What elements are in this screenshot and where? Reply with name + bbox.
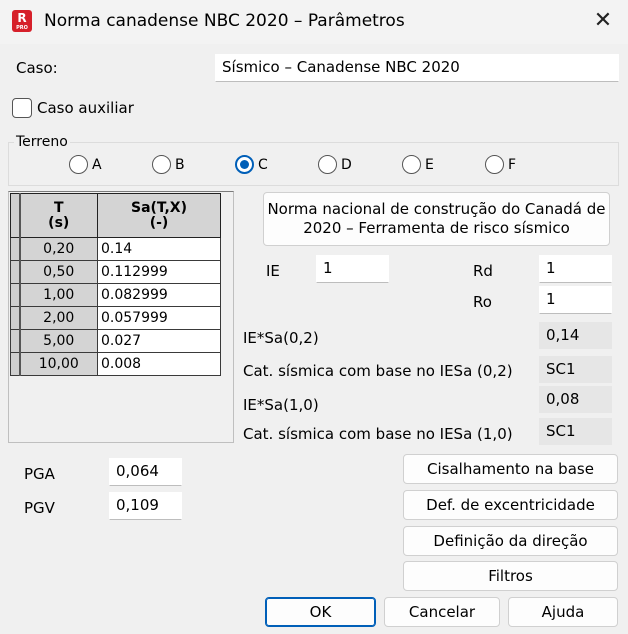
eccentricity-button[interactable]: Def. de excentricidade bbox=[403, 490, 618, 520]
base-shear-button[interactable]: Cisalhamento na base bbox=[403, 454, 618, 484]
table-row[interactable]: 2,00 0.057999 bbox=[10, 306, 221, 330]
cat10-label: Cat. sísmica com base no IESa (1,0) bbox=[243, 425, 513, 443]
radio-f[interactable] bbox=[485, 155, 504, 174]
rd-label: Rd bbox=[473, 262, 493, 280]
caso-label: Caso: bbox=[16, 59, 58, 77]
grid-cell-t[interactable]: 0,50 bbox=[19, 260, 98, 284]
direction-button[interactable]: Definição da direção bbox=[403, 526, 618, 556]
iesa10-value: 0,08 bbox=[539, 386, 612, 413]
row-selector[interactable] bbox=[10, 329, 21, 353]
filters-label: Filtros bbox=[488, 566, 533, 585]
ok-button[interactable]: OK bbox=[265, 597, 376, 627]
radio-b[interactable] bbox=[152, 155, 171, 174]
caso-auxiliar-checkbox[interactable] bbox=[12, 98, 32, 118]
grid-cell-sa[interactable]: 0.057999 bbox=[97, 306, 221, 330]
close-icon: ✕ bbox=[593, 8, 613, 33]
terreno-option-f[interactable]: F bbox=[485, 155, 516, 174]
caso-field[interactable]: Sísmico – Canadense NBC 2020 bbox=[215, 54, 619, 82]
grid-cell-t[interactable]: 10,00 bbox=[19, 352, 98, 376]
table-row[interactable]: 1,00 0.082999 bbox=[10, 283, 221, 307]
help-button[interactable]: Ajuda bbox=[508, 597, 618, 627]
terreno-option-d[interactable]: D bbox=[318, 155, 352, 174]
ro-field[interactable]: 1 bbox=[539, 286, 612, 314]
cat10-value: SC1 bbox=[539, 418, 612, 445]
radio-f-label: F bbox=[508, 156, 517, 173]
ro-label: Ro bbox=[473, 293, 492, 311]
eccentricity-label: Def. de excentricidade bbox=[426, 495, 595, 514]
app-badge-letter: R bbox=[17, 11, 27, 25]
rd-field[interactable]: 1 bbox=[539, 255, 612, 283]
grid-cell-t[interactable]: 2,00 bbox=[19, 306, 98, 330]
close-button[interactable]: ✕ bbox=[591, 9, 615, 33]
grid-cell-sa[interactable]: 0.082999 bbox=[97, 283, 221, 307]
ie-label: IE bbox=[266, 262, 280, 280]
terreno-option-e[interactable]: E bbox=[402, 155, 434, 174]
iesa10-label: IE*Sa(1,0) bbox=[243, 396, 319, 414]
ie-field[interactable]: 1 bbox=[316, 255, 389, 283]
pgv-label: PGV bbox=[24, 499, 55, 517]
table-row[interactable]: 0,20 0.14 bbox=[10, 237, 221, 261]
seismic-risk-tool-label: Norma nacional de construção do Canadá d… bbox=[267, 200, 606, 237]
table-row[interactable]: 10,00 0.008 bbox=[10, 352, 221, 376]
pgv-field[interactable]: 0,109 bbox=[109, 492, 182, 520]
row-selector[interactable] bbox=[10, 352, 21, 376]
radio-e-label: E bbox=[425, 156, 434, 173]
grid-cell-t[interactable]: 0,20 bbox=[19, 237, 98, 261]
cancel-label: Cancelar bbox=[408, 602, 476, 621]
caso-auxiliar-label: Caso auxiliar bbox=[37, 99, 134, 117]
direction-label: Definição da direção bbox=[433, 531, 588, 550]
radio-a-label: A bbox=[92, 156, 102, 173]
row-selector[interactable] bbox=[10, 306, 21, 330]
terreno-label: Terreno bbox=[14, 134, 70, 150]
grid-header-t[interactable]: T (s) bbox=[19, 193, 98, 238]
grid-cell-t[interactable]: 5,00 bbox=[19, 329, 98, 353]
cancel-button[interactable]: Cancelar bbox=[384, 597, 500, 627]
grid-cell-sa[interactable]: 0.14 bbox=[97, 237, 221, 261]
cat02-label: Cat. sísmica com base no IESa (0,2) bbox=[243, 362, 513, 380]
table-row[interactable]: 0,50 0.112999 bbox=[10, 260, 221, 284]
window-title: Norma canadense NBC 2020 – Parâmetros bbox=[44, 11, 405, 31]
table-row[interactable]: 5,00 0.027 bbox=[10, 329, 221, 353]
base-shear-label: Cisalhamento na base bbox=[427, 459, 594, 478]
pga-label: PGA bbox=[24, 465, 55, 483]
spectrum-grid[interactable]: T (s) Sa(T,X) (-) 0,20 0.14 0,50 0.11299… bbox=[10, 193, 221, 376]
grid-cell-sa[interactable]: 0.027 bbox=[97, 329, 221, 353]
pga-field[interactable]: 0,064 bbox=[109, 458, 182, 486]
radio-c-label: C bbox=[258, 156, 268, 173]
terreno-option-c[interactable]: C bbox=[235, 155, 268, 174]
radio-d[interactable] bbox=[318, 155, 337, 174]
revit-pro-icon: R PRO bbox=[12, 10, 32, 32]
grid-header-sa[interactable]: Sa(T,X) (-) bbox=[97, 193, 221, 238]
grid-cell-t[interactable]: 1,00 bbox=[19, 283, 98, 307]
radio-d-label: D bbox=[341, 156, 352, 173]
ok-label: OK bbox=[309, 602, 332, 621]
radio-c[interactable] bbox=[235, 155, 254, 174]
app-badge-sub: PRO bbox=[16, 25, 28, 31]
row-selector[interactable] bbox=[10, 283, 21, 307]
row-selector[interactable] bbox=[10, 237, 21, 261]
grid-corner[interactable] bbox=[10, 193, 21, 238]
filters-button[interactable]: Filtros bbox=[403, 561, 618, 591]
row-selector[interactable] bbox=[10, 260, 21, 284]
iesa02-label: IE*Sa(0,2) bbox=[243, 329, 319, 347]
radio-b-label: B bbox=[175, 156, 185, 173]
radio-a[interactable] bbox=[69, 155, 88, 174]
iesa02-value: 0,14 bbox=[539, 322, 612, 349]
terreno-option-a[interactable]: A bbox=[69, 155, 102, 174]
cat02-value: SC1 bbox=[539, 356, 612, 383]
grid-cell-sa[interactable]: 0.008 bbox=[97, 352, 221, 376]
terreno-option-b[interactable]: B bbox=[152, 155, 185, 174]
radio-e[interactable] bbox=[402, 155, 421, 174]
help-label: Ajuda bbox=[541, 602, 585, 621]
grid-header-row: T (s) Sa(T,X) (-) bbox=[10, 193, 221, 238]
seismic-risk-tool-button[interactable]: Norma nacional de construção do Canadá d… bbox=[263, 192, 610, 246]
grid-cell-sa[interactable]: 0.112999 bbox=[97, 260, 221, 284]
